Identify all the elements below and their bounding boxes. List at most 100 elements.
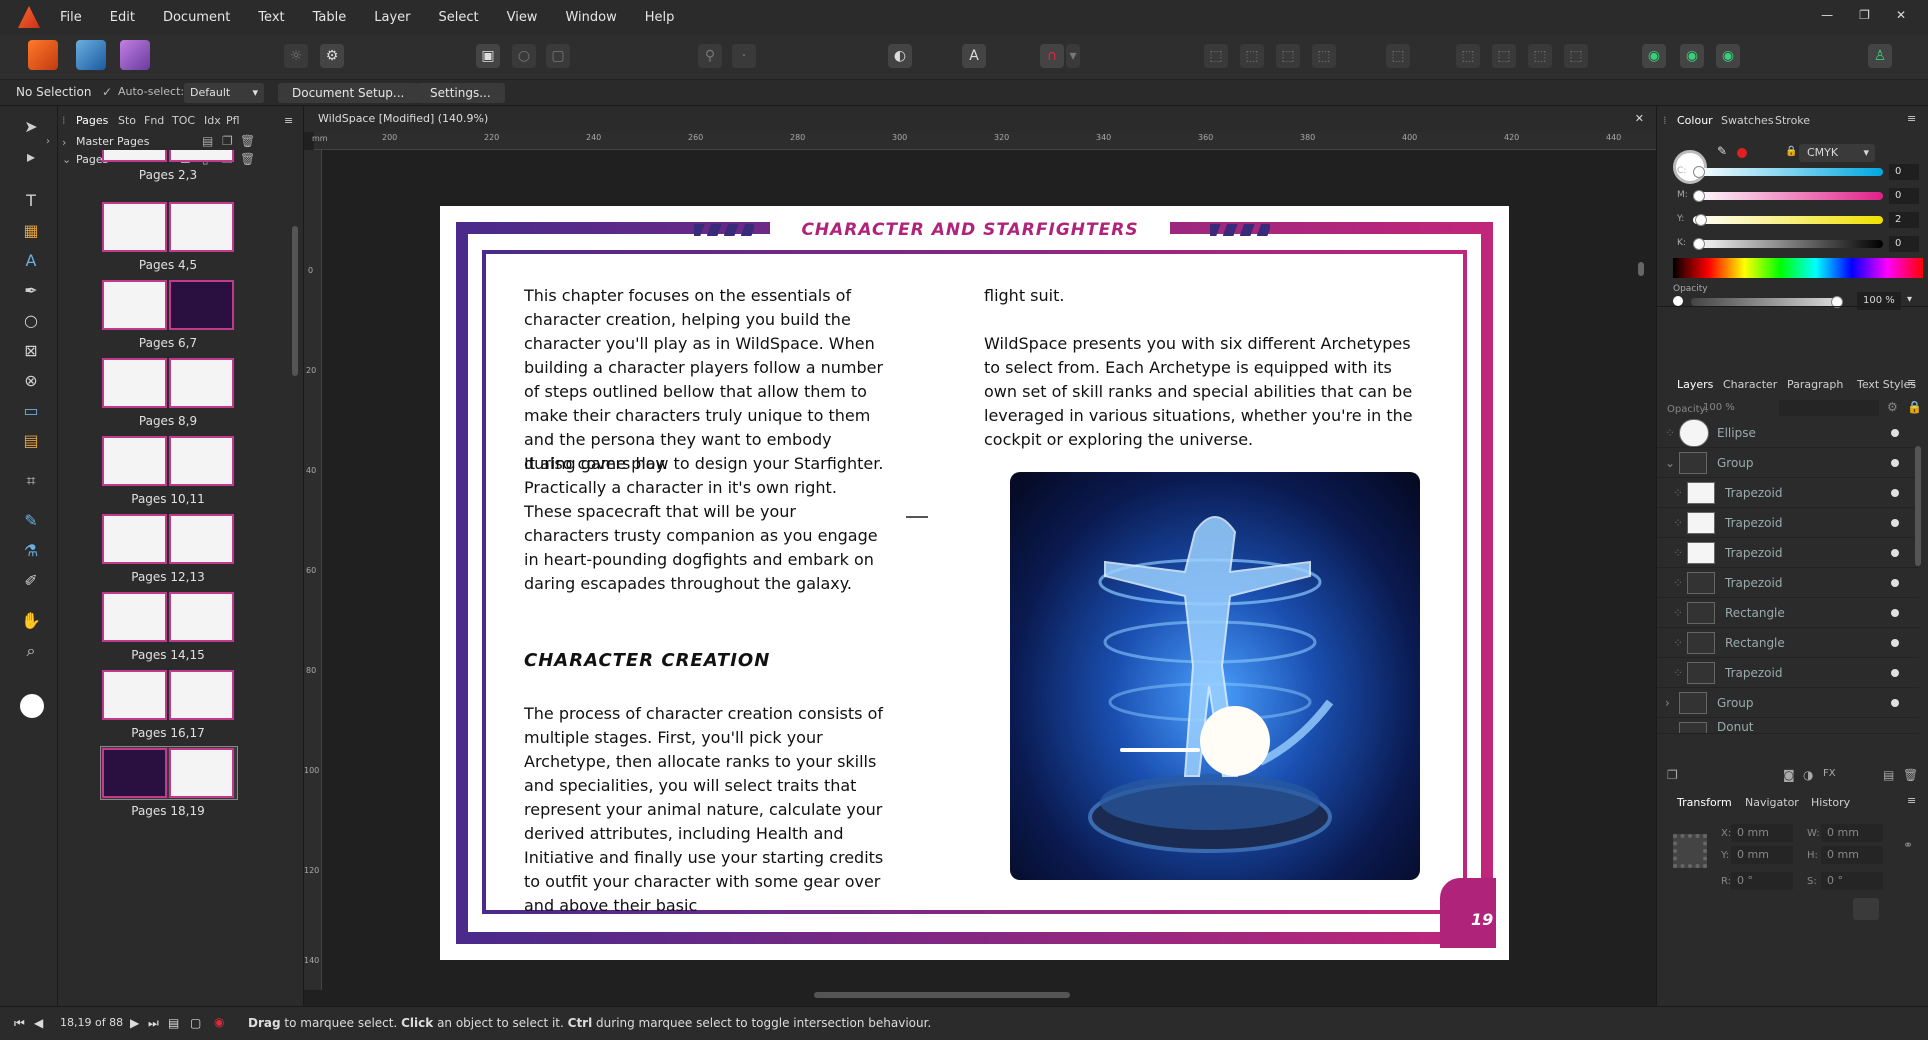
menu-view[interactable]: View — [507, 10, 538, 25]
frame-icon[interactable]: ▢ — [546, 44, 570, 68]
layer-row[interactable]: ⁘ Trapezoid — [1657, 508, 1919, 538]
next-page-icon[interactable]: ▶ — [130, 1016, 139, 1030]
ellipse-shape[interactable] — [1200, 706, 1270, 776]
layer-row[interactable]: ⁘ Ellipse — [1657, 418, 1919, 448]
menu-document[interactable]: Document — [163, 10, 230, 25]
page-thumbnail[interactable] — [102, 280, 234, 330]
w-field[interactable]: 0 mm — [1821, 824, 1883, 842]
key-value[interactable]: 0 — [1889, 236, 1919, 252]
transparency-tool-icon[interactable]: ⚗ — [20, 540, 42, 562]
menu-text[interactable]: Text — [258, 10, 284, 25]
crop-tool-icon[interactable]: ⌗ — [20, 470, 42, 492]
layer-opacity-value[interactable]: 100 % — [1703, 400, 1749, 416]
picture-frame-tool-icon[interactable]: ⊠ — [20, 340, 42, 362]
page-thumbnail[interactable] — [102, 150, 234, 162]
last-page-icon[interactable]: ⏭ — [148, 1016, 159, 1031]
key-slider[interactable] — [1693, 238, 1883, 250]
tab-character[interactable]: Character — [1723, 378, 1777, 391]
callout-line-bottom[interactable] — [1120, 748, 1200, 752]
anchor-selector[interactable] — [1673, 834, 1707, 868]
settings-gear-icon[interactable]: ⚙ — [320, 44, 344, 68]
settings-button[interactable]: Settings... — [416, 83, 505, 103]
document-setup-button[interactable]: Document Setup... — [278, 83, 419, 103]
panel-menu-icon[interactable]: ≡ — [1907, 376, 1916, 389]
table-tool-icon[interactable]: ▦ — [20, 220, 42, 242]
cyan-value[interactable]: 0 — [1889, 164, 1919, 180]
tab-stories[interactable]: Sto — [118, 114, 136, 127]
text-frame-tool-icon[interactable]: T — [20, 190, 42, 212]
menu-help[interactable]: Help — [645, 10, 675, 25]
document-vertical-scrollbar[interactable] — [1638, 262, 1644, 276]
right-page[interactable]: CHARACTER AND STARFIGHTERS This chapter … — [440, 206, 1509, 960]
adjustment-icon[interactable]: ◑ — [1803, 768, 1813, 782]
page-indicator[interactable]: 18,19 of 88 — [60, 1016, 123, 1029]
close-window-button[interactable]: ✕ — [1896, 8, 1906, 22]
gear-icon[interactable]: ⚙ — [1887, 400, 1898, 414]
pin-icon[interactable]: ⚲ — [698, 44, 722, 68]
tab-swatches[interactable]: Swatches — [1721, 114, 1774, 127]
tab-colour[interactable]: Colour — [1677, 114, 1713, 127]
layer-row[interactable]: ⁘ Rectangle — [1657, 598, 1919, 628]
transform-origin-button[interactable] — [1853, 898, 1879, 920]
tab-transform[interactable]: Transform — [1677, 796, 1732, 809]
spread-icon[interactable]: ▢ — [190, 1016, 201, 1030]
tab-paragraph[interactable]: Paragraph — [1787, 378, 1843, 391]
artistic-text-tool-icon[interactable]: A — [20, 250, 42, 272]
panel-menu-icon[interactable]: ≡ — [1907, 794, 1916, 807]
chevron-right-icon[interactable]: › — [46, 136, 50, 147]
page-thumbnail[interactable] — [102, 514, 234, 564]
view-mode-icon[interactable]: ◐ — [888, 44, 912, 68]
layer-row[interactable]: Donut — [1657, 718, 1919, 734]
node-tool-icon[interactable]: ▸ — [20, 146, 42, 168]
fill-tool-icon[interactable]: ✎ — [20, 510, 42, 532]
horizontal-ruler[interactable]: mm 200 220 240 260 280 300 320 340 360 3… — [312, 132, 1656, 150]
restore-button[interactable]: ❐ — [1859, 8, 1870, 22]
page-thumbnail[interactable] — [102, 592, 234, 642]
align-3-icon[interactable]: ⬚ — [1276, 44, 1300, 68]
chevron-down-icon[interactable]: ⌄ — [62, 153, 71, 166]
pages-scrollbar[interactable] — [292, 226, 298, 376]
page-setup-icon[interactable]: ▤ — [168, 1016, 179, 1030]
place-image-tool-icon[interactable]: ▭ — [20, 400, 42, 422]
opacity-slider[interactable] — [1691, 296, 1843, 308]
dot-icon[interactable]: · — [732, 44, 756, 68]
align-2-icon[interactable]: ⬚ — [1240, 44, 1264, 68]
callout-line-left[interactable] — [906, 516, 928, 518]
page-thumbnail[interactable] — [102, 358, 234, 408]
lock-icon[interactable]: 🔒 — [1907, 400, 1922, 414]
rotation-field[interactable]: 0 ° — [1731, 872, 1793, 890]
layer-row[interactable]: ⁘ Trapezoid — [1657, 538, 1919, 568]
layer-row[interactable]: ⁘ Rectangle — [1657, 628, 1919, 658]
hand-tool-icon[interactable]: ✋ — [20, 610, 42, 632]
previous-page-icon[interactable]: ◀ — [34, 1016, 43, 1030]
layer-options-icon[interactable]: ❐ — [1667, 768, 1678, 782]
account-icon[interactable]: ♙ — [1868, 44, 1892, 68]
pen-tool-icon[interactable]: ✒ — [20, 280, 42, 302]
master-pages-label[interactable]: Master Pages — [76, 135, 149, 148]
page-thumbnail[interactable] — [102, 436, 234, 486]
add-master-icon[interactable]: ▤ — [202, 134, 213, 148]
hologram-illustration[interactable] — [1010, 472, 1420, 880]
color-picker-icon[interactable]: ✐ — [20, 570, 42, 592]
tab-find[interactable]: Fnd — [144, 114, 164, 127]
document-horizontal-scrollbar[interactable] — [814, 992, 1070, 998]
distribute-4-icon[interactable]: ⬚ — [1564, 44, 1588, 68]
page-thumbnail[interactable] — [102, 202, 234, 252]
colour-model-dropdown[interactable]: CMYK ▾ — [1799, 144, 1875, 162]
menu-select[interactable]: Select — [438, 10, 478, 25]
layer-row[interactable]: ⌄ Group — [1657, 448, 1919, 478]
studio-link-3-icon[interactable]: ◉ — [1716, 44, 1740, 68]
magenta-slider[interactable] — [1693, 190, 1883, 202]
layer-row[interactable]: › Group — [1657, 688, 1919, 718]
delete-page-icon[interactable]: 🗑 — [240, 152, 255, 166]
distribute-3-icon[interactable]: ⬚ — [1528, 44, 1552, 68]
text-column-2-paragraph-1[interactable]: flight suit. — [984, 284, 1414, 308]
eyedropper-icon[interactable]: ✎ — [1717, 144, 1731, 158]
delete-layer-icon[interactable]: 🗑 — [1903, 768, 1918, 782]
menu-table[interactable]: Table — [313, 10, 347, 25]
ellipse-tool-icon[interactable]: ○ — [20, 310, 42, 332]
cyan-slider[interactable] — [1693, 166, 1883, 178]
snapping-magnet-icon[interactable]: ∩ — [1040, 44, 1064, 68]
canvas[interactable]: CHARACTER AND STARFIGHTERS This chapter … — [322, 150, 1640, 990]
delete-master-icon[interactable]: 🗑 — [240, 134, 255, 148]
